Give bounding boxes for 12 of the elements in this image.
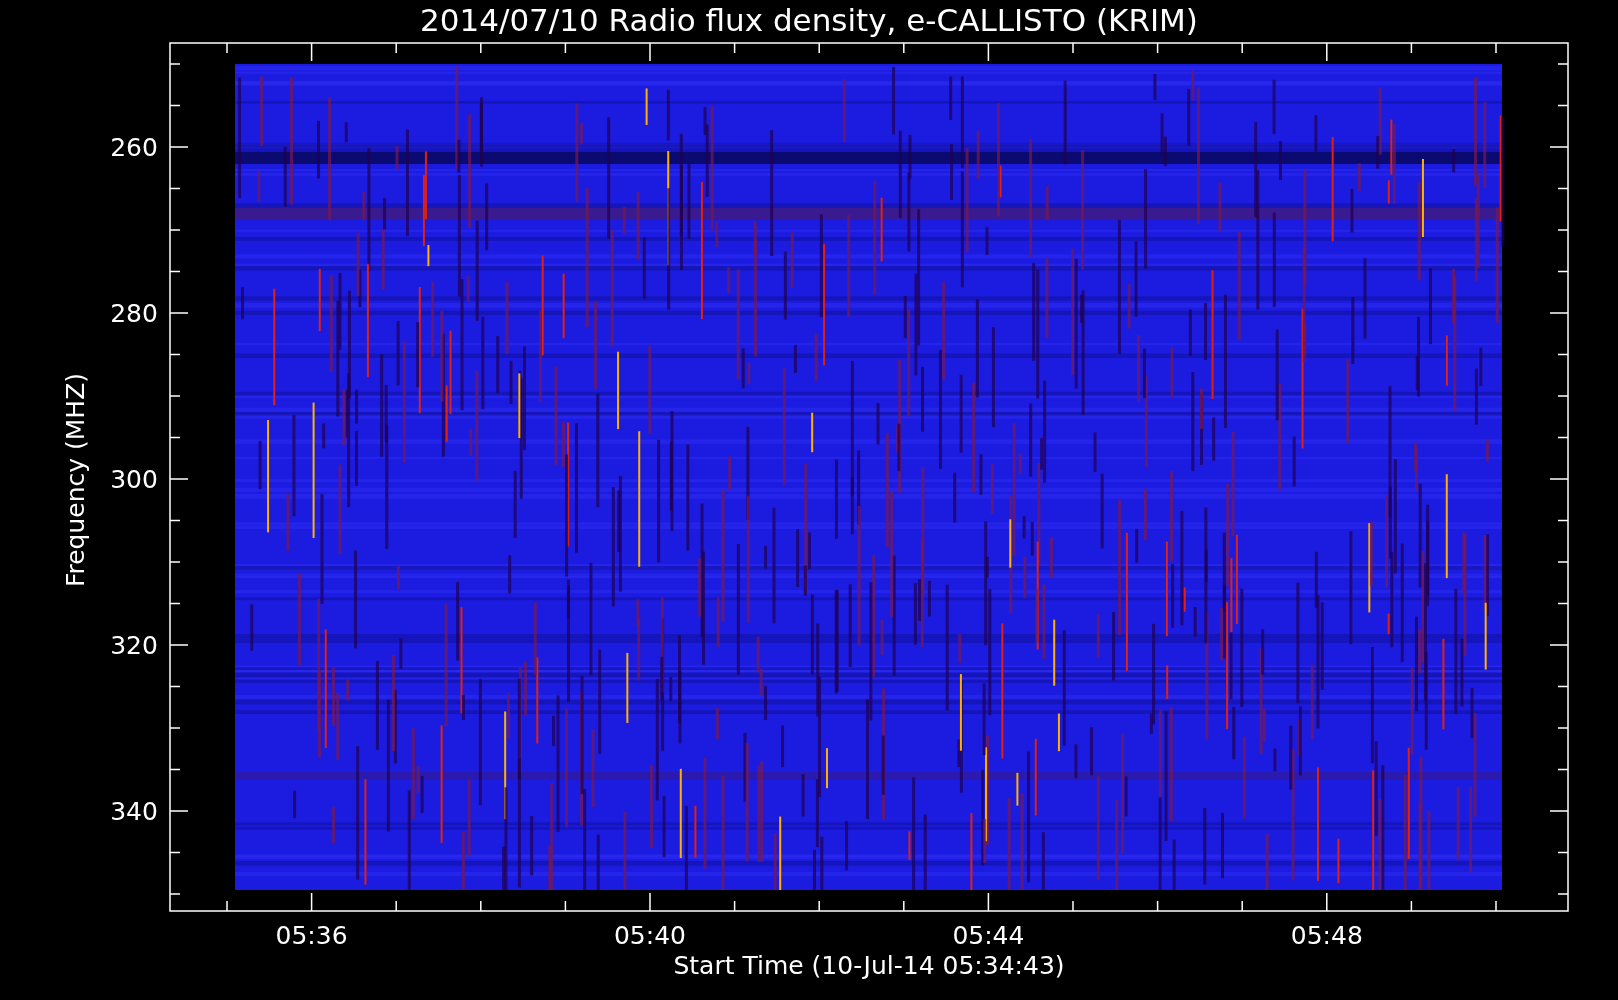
x-tick-label: 05:40: [614, 921, 686, 950]
y-tick-label: 320: [110, 631, 158, 660]
x-tick-label: 05:48: [1290, 921, 1363, 950]
x-tick-label: 05:36: [275, 921, 348, 950]
y-tick-label: 260: [110, 133, 158, 162]
x-axis-title: Start Time (10-Jul-14 05:34:43): [673, 951, 1065, 980]
y-tick-label: 280: [110, 299, 158, 328]
chart-title: 2014/07/10 Radio flux density, e-CALLISTO (KRIM): [420, 2, 1198, 38]
y-tick-label: 300: [110, 465, 158, 494]
y-axis-title: Frequency (MHZ): [61, 372, 90, 588]
x-tick-label: 05:44: [952, 921, 1025, 950]
y-tick-label: 340: [110, 797, 158, 826]
